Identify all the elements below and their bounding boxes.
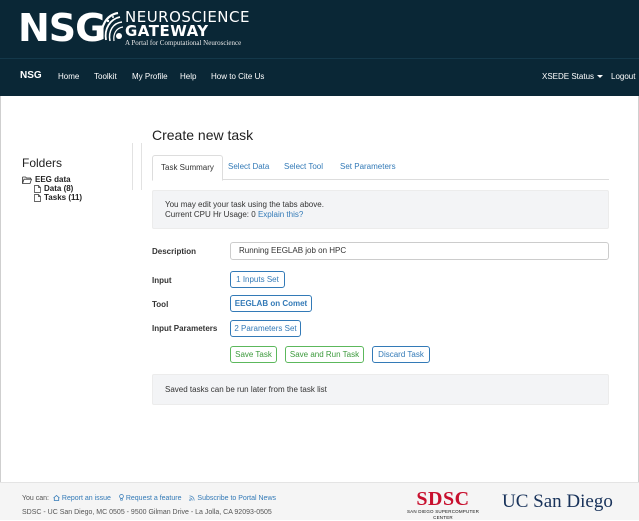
nav-how-to-cite[interactable]: How to Cite Us	[211, 72, 264, 82]
folder-item-data-label: Data (8)	[44, 184, 74, 193]
input-label: Input	[152, 276, 172, 285]
save-task-button[interactable]: Save Task	[230, 346, 277, 363]
caret-down-icon	[597, 75, 604, 79]
nav-help[interactable]: Help	[180, 72, 196, 82]
logo-tagline: A Portal for Computational Neuroscience	[125, 39, 242, 47]
task-tabs: Task Summary Select Data Select Tool Set…	[152, 155, 609, 181]
discard-task-button[interactable]: Discard Task	[372, 346, 430, 363]
footer-you-can: You can:	[22, 495, 49, 502]
request-feature-link[interactable]: Request a feature	[126, 495, 182, 502]
report-issue-link[interactable]: Report an issue	[62, 495, 111, 502]
folder-open-icon	[22, 176, 32, 184]
cpu-usage-text: Current CPU Hr Usage: 0	[165, 210, 256, 219]
inputs-set-button[interactable]: 1 Inputs Set	[230, 271, 285, 288]
home-icon	[53, 494, 60, 501]
info-panel: You may edit your task using the tabs ab…	[152, 190, 609, 229]
input-parameters-label: Input Parameters	[152, 324, 218, 333]
lightbulb-icon	[119, 494, 124, 501]
info-edit-text: You may edit your task using the tabs ab…	[165, 200, 324, 209]
nav-xsede-status[interactable]: XSEDE Status	[542, 72, 604, 82]
folder-item-data[interactable]: Data (8)	[22, 184, 132, 193]
tool-eeglab-button[interactable]: EEGLAB on Comet	[230, 295, 312, 312]
ucsd-logo[interactable]: UC San Diego	[502, 492, 613, 512]
nav-home[interactable]: Home	[58, 72, 79, 82]
explain-link[interactable]: Explain this?	[258, 210, 303, 219]
saved-note-panel: Saved tasks can be run later from the ta…	[152, 374, 609, 405]
nav-xsede-label: XSEDE Status	[542, 72, 595, 81]
tab-select-data[interactable]: Select Data	[220, 155, 277, 180]
sdsc-logo-subtitle: SAN DIEGO SUPERCOMPUTER CENTER	[406, 509, 480, 520]
footer: You can: Report an issue Request a featu…	[0, 482, 639, 520]
subscribe-news-link[interactable]: Subscribe to Portal News	[197, 495, 276, 502]
saved-note-text: Saved tasks can be run later from the ta…	[165, 385, 327, 394]
description-input[interactable]: Running EEGLAB job on HPC	[230, 242, 609, 260]
folder-tree: EEG data Data (8) Tasks (11)	[22, 175, 132, 202]
logo-gateway-text: GATEWAY	[125, 22, 209, 40]
file-icon	[34, 184, 41, 193]
logo-nsg-text[interactable]: NSG	[18, 8, 106, 48]
tab-set-parameters[interactable]: Set Parameters	[332, 155, 404, 180]
tab-task-summary[interactable]: Task Summary	[152, 155, 223, 181]
sidebar-folders: Folders EEG data Data (8) Tasks (11)	[22, 156, 132, 202]
save-and-run-task-button[interactable]: Save and Run Task	[285, 346, 364, 363]
folder-eeg-data-label: EEG data	[35, 175, 71, 184]
info-cpu-usage: Current CPU Hr Usage: 0 Explain this?	[165, 210, 303, 220]
footer-links-row: You can: Report an issue Request a featu…	[22, 494, 282, 503]
folder-eeg-data[interactable]: EEG data	[22, 175, 132, 184]
nav-my-profile[interactable]: My Profile	[132, 72, 168, 82]
top-navbar: NSG Home Toolkit My Profile Help How to …	[0, 58, 639, 96]
page-title: Create new task	[152, 127, 254, 143]
tool-label: Tool	[152, 300, 169, 309]
header-banner: NSG NEUROSCIENCE GATEWAY A Portal for Co…	[0, 0, 639, 58]
file-icon	[34, 193, 41, 202]
folder-item-tasks[interactable]: Tasks (11)	[22, 193, 132, 202]
nav-brand[interactable]: NSG	[20, 71, 42, 81]
footer-address: SDSC - UC San Diego, MC 0505 - 9500 Gilm…	[22, 509, 272, 516]
sidebar-resize-handle[interactable]	[132, 143, 142, 190]
description-label: Description	[152, 247, 197, 256]
rss-icon	[189, 494, 196, 501]
logo-swirl-icon	[100, 11, 124, 42]
nav-toolkit[interactable]: Toolkit	[94, 72, 117, 82]
sdsc-logo-text: SDSC	[416, 488, 470, 510]
nav-logout[interactable]: Logout	[611, 72, 635, 82]
folder-item-tasks-label: Tasks (11)	[44, 193, 83, 202]
sidebar-title: Folders	[22, 156, 63, 170]
sdsc-logo[interactable]: SDSC SAN DIEGO SUPERCOMPUTER CENTER	[398, 489, 488, 521]
tab-select-tool[interactable]: Select Tool	[276, 155, 331, 180]
parameters-set-button[interactable]: 2 Parameters Set	[230, 320, 301, 337]
